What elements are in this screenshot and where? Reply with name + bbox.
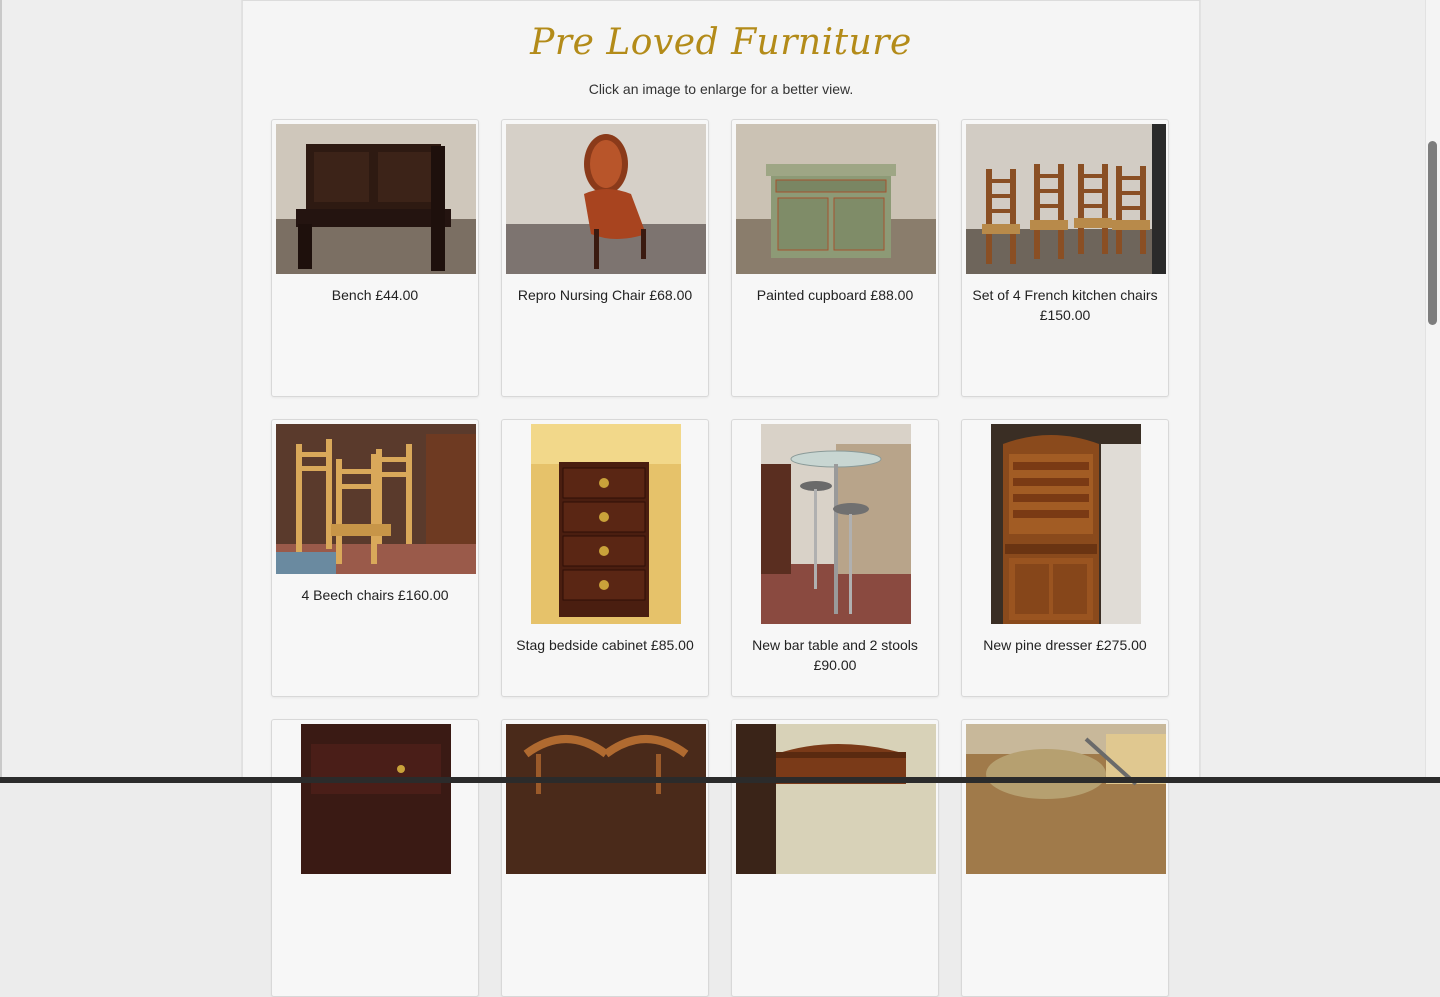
bedside-cabinet-photo[interactable] (531, 424, 681, 624)
window-bottom-edge (0, 777, 1440, 783)
product-caption: New pine dresser £275.00 (983, 637, 1147, 653)
panel-top-border (242, 0, 1200, 1)
product-thumbnail[interactable] (736, 424, 936, 624)
product-thumbnail[interactable] (506, 124, 706, 274)
product-caption: New bar table and 2 stools £90.00 (752, 637, 918, 673)
product-thumbnail[interactable] (966, 724, 1166, 874)
pine-dresser-photo[interactable] (991, 424, 1141, 624)
dark-chest-photo[interactable] (301, 724, 451, 874)
product-thumbnail[interactable] (276, 724, 476, 874)
window-edge (0, 0, 2, 783)
product-thumbnail[interactable] (276, 424, 476, 574)
product-thumbnail[interactable] (506, 724, 706, 874)
product-thumbnail[interactable] (736, 124, 936, 274)
product-card-dark-chest[interactable] (271, 719, 479, 997)
product-card-beech-chairs[interactable]: 4 Beech chairs £160.00 (271, 419, 479, 697)
product-thumbnail[interactable] (966, 124, 1166, 274)
beech-chairs-photo[interactable] (276, 424, 476, 574)
product-card-bedside-cabinet[interactable]: Stag bedside cabinet £85.00 (501, 419, 709, 697)
nursing-chair-photo[interactable] (506, 124, 706, 274)
page-title: Pre Loved Furniture (530, 22, 912, 63)
product-caption: Bench £44.00 (331, 287, 419, 303)
wooden-chairs-photo[interactable] (506, 724, 706, 874)
bench-photo[interactable] (276, 124, 476, 274)
bar-table-photo[interactable] (761, 424, 911, 624)
product-thumbnail[interactable] (966, 424, 1166, 624)
page-background-left (0, 0, 242, 783)
product-card-kitchen-chairs[interactable]: Set of 4 French kitchen chairs £150.00 (961, 119, 1169, 397)
page-instructions: Click an image to enlarge for a better v… (588, 81, 854, 97)
product-caption: 4 Beech chairs £160.00 (301, 587, 449, 603)
product-card-pine-dresser[interactable]: New pine dresser £275.00 (961, 419, 1169, 697)
half-moon-table-photo[interactable] (736, 724, 936, 874)
product-thumbnail[interactable] (736, 724, 936, 874)
product-thumbnail[interactable] (506, 424, 706, 624)
product-caption: Stag bedside cabinet £85.00 (516, 637, 694, 653)
page-background-right (1200, 0, 1425, 783)
product-card-nursing-chair[interactable]: Repro Nursing Chair £68.00 (501, 119, 709, 397)
product-card-half-moon-table[interactable] (731, 719, 939, 997)
product-card-upholstered-chair[interactable] (961, 719, 1169, 997)
product-caption: Repro Nursing Chair £68.00 (517, 287, 693, 303)
product-card-bench[interactable]: Bench £44.00 (271, 119, 479, 397)
upholstered-chair-photo[interactable] (966, 724, 1166, 874)
product-card-wooden-chairs[interactable] (501, 719, 709, 997)
product-caption: Set of 4 French kitchen chairs £150.00 (972, 287, 1158, 323)
product-card-bar-table[interactable]: New bar table and 2 stools £90.00 (731, 419, 939, 697)
kitchen-chairs-photo[interactable] (966, 124, 1166, 274)
product-caption: Painted cupboard £88.00 (756, 287, 914, 303)
product-thumbnail[interactable] (276, 124, 476, 274)
page-scrollbar[interactable] (1425, 0, 1440, 783)
scrollbar-thumb[interactable] (1428, 141, 1437, 325)
painted-cupboard-photo[interactable] (736, 124, 936, 274)
product-card-painted-cupboard[interactable]: Painted cupboard £88.00 (731, 119, 939, 397)
